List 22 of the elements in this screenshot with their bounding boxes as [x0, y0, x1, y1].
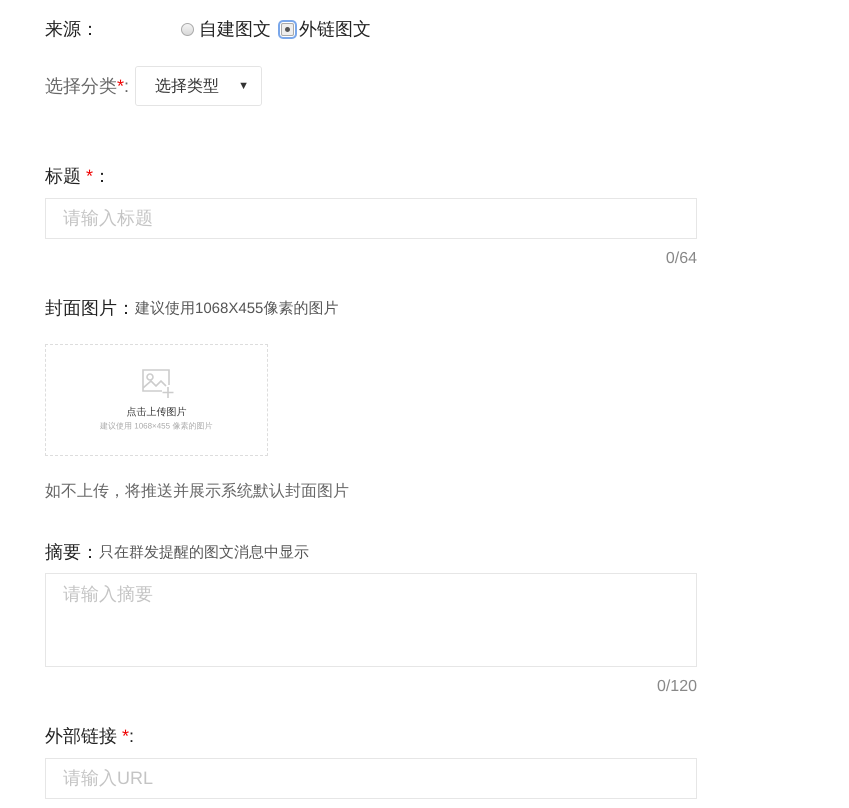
- image-add-icon: [140, 367, 174, 399]
- category-select[interactable]: 选择类型 ▼: [135, 66, 262, 106]
- hint-text: 建议使用1068X455像素的图片: [135, 298, 338, 318]
- radio-option[interactable]: 自建图文: [181, 17, 271, 41]
- summary-textarea[interactable]: 请输入摘要: [45, 573, 697, 667]
- field-label: 摘要：: [45, 541, 99, 564]
- note-text: 如不上传，将推送并展示系统默认封面图片: [45, 482, 350, 502]
- title-input[interactable]: 请输入标题: [45, 198, 697, 239]
- field-label: 来源：: [45, 18, 99, 41]
- image-upload-area[interactable]: 点击上传图片 建议使用 1068×455 像素的图片: [45, 344, 268, 456]
- url-input[interactable]: 请输入URL: [45, 758, 697, 799]
- upload-label: 点击上传图片: [126, 406, 186, 419]
- radio-option[interactable]: 外链图文: [281, 17, 371, 41]
- field-label: 标题 *：: [45, 165, 112, 188]
- field-label: 选择分类*:: [45, 75, 130, 98]
- upload-hint: 建议使用 1068×455 像素的图片: [100, 420, 213, 432]
- char-counter: 0/120: [656, 678, 697, 696]
- char-counter: 0/64: [666, 250, 697, 268]
- field-label: 外部链接 *:: [45, 725, 134, 748]
- caret-icon: ▼: [238, 80, 250, 92]
- hint-text: 只在群发提醒的图文消息中显示: [99, 542, 309, 562]
- field-label: 封面图片：: [45, 297, 135, 320]
